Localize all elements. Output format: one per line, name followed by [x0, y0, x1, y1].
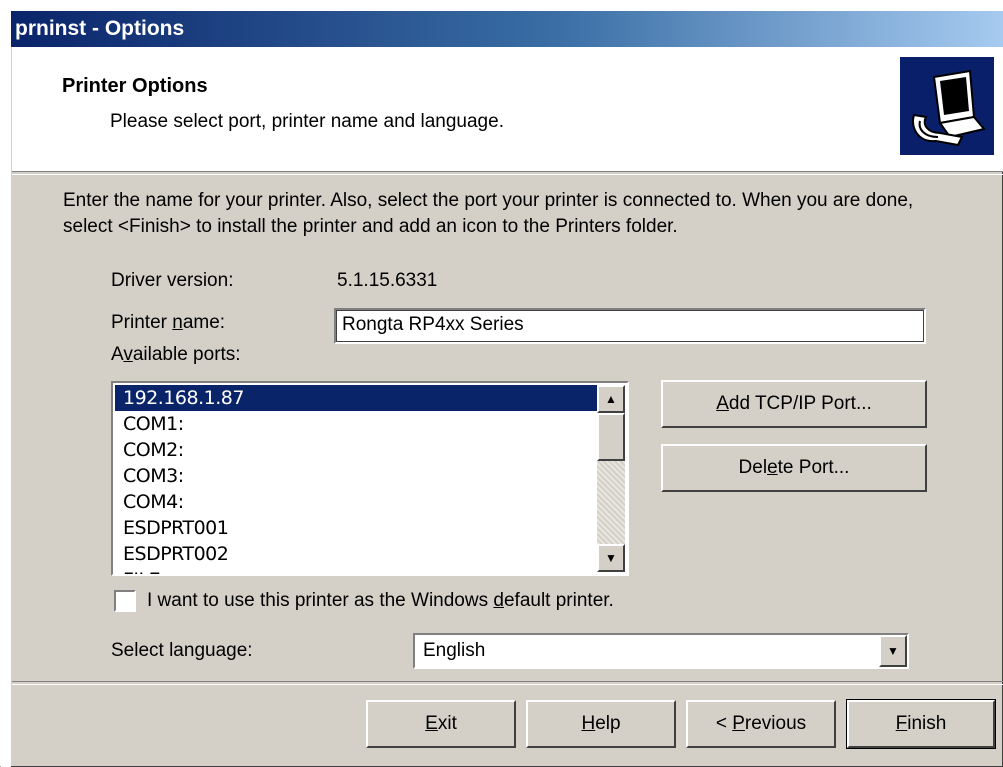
printer-name-input[interactable]: Rongta RP4xx Series [334, 308, 926, 344]
scroll-up-arrow-icon[interactable]: ▲ [597, 385, 625, 413]
driver-version-label: Driver version: [111, 270, 234, 291]
default-printer-checkbox[interactable] [114, 590, 136, 612]
button-label-accel: e [767, 457, 778, 478]
port-list-item[interactable]: COM1: [115, 411, 597, 437]
header-subtitle: Please select port, printer name and lan… [110, 111, 504, 132]
window-title: prninst - Options [15, 17, 185, 40]
button-label-accel: F [895, 713, 908, 734]
add-tcpip-port-button[interactable]: Add TCP/IP Port... [661, 380, 927, 428]
available-ports-label-part: A [111, 344, 124, 365]
port-list-item[interactable]: FILE: [115, 567, 597, 574]
language-select-value: English [423, 640, 486, 661]
default-printer-label: I want to use this printer as the Window… [147, 590, 614, 612]
window-top-edge [1, 0, 1003, 11]
header-separator [12, 171, 1003, 175]
printer-name-label-part: Printer [111, 312, 173, 333]
button-label-part: Del [738, 457, 768, 478]
wizard-header: Printer Options Please select port, prin… [12, 47, 1003, 171]
default-printer-label-accel: d [493, 590, 504, 611]
button-label-part: < [715, 713, 733, 734]
printer-name-label-part: ame: [182, 312, 226, 333]
language-select[interactable]: English ▼ [413, 633, 909, 669]
driver-version-value: 5.1.15.6331 [337, 270, 438, 291]
button-label-part: te Port... [777, 457, 850, 478]
intro-text: Enter the name for your printer. Also, s… [63, 190, 914, 237]
header-title: Printer Options [62, 75, 208, 97]
button-label-accel: P [732, 713, 745, 734]
port-list-item[interactable]: ESDPRT002 [115, 541, 597, 567]
port-list-item[interactable]: COM4: [115, 489, 597, 515]
ports-scrollbar[interactable]: ▲ ▼ [597, 385, 625, 572]
printer-wizard-icon [900, 57, 994, 155]
available-ports-listbox[interactable]: 192.168.1.87 COM1: COM2: COM3: COM4: ESDPRT00… [111, 381, 629, 576]
button-label-part: xit [437, 713, 457, 734]
available-ports-label-accel: v [123, 344, 133, 365]
window-left-edge [1, 0, 11, 767]
previous-button[interactable]: < Previous [686, 700, 836, 748]
port-list-item[interactable]: COM2: [115, 437, 597, 463]
port-list: 192.168.1.87 COM1: COM2: COM3: COM4: ESDPRT00… [115, 385, 597, 574]
printer-name-label: Printer name: [111, 312, 225, 334]
button-label-accel: H [581, 713, 596, 734]
exit-button[interactable]: Exit [366, 700, 516, 748]
available-ports-label: Available ports: [111, 344, 241, 366]
button-label-part: revious [744, 713, 807, 734]
port-list-item[interactable]: COM3: [115, 463, 597, 489]
title-bar[interactable]: prninst - Options [11, 11, 1003, 47]
button-label-part: elp [595, 713, 621, 734]
button-label-accel: A [716, 393, 729, 414]
port-list-item[interactable]: 192.168.1.87 [115, 385, 597, 411]
default-printer-label-part: I want to use this printer as the Window… [147, 590, 494, 611]
select-language-label: Select language: [111, 640, 253, 661]
scroll-down-arrow-icon[interactable]: ▼ [597, 544, 625, 572]
dropdown-arrow-icon[interactable]: ▼ [879, 635, 907, 667]
button-label-accel: E [425, 713, 438, 734]
options-dialog: prninst - Options Printer Options Please… [0, 0, 1003, 767]
port-list-item[interactable]: ESDPRT001 [115, 515, 597, 541]
help-button[interactable]: Help [526, 700, 676, 748]
printer-name-label-accel: n [172, 312, 183, 333]
scroll-thumb[interactable] [597, 413, 625, 461]
available-ports-label-part: ailable ports: [132, 344, 241, 365]
default-printer-label-part: efault printer. [503, 590, 614, 611]
button-label-part: dd TCP/IP Port... [728, 393, 872, 414]
finish-button[interactable]: Finish [846, 699, 996, 749]
delete-port-button[interactable]: Delete Port... [661, 444, 927, 492]
footer-separator [12, 681, 1003, 685]
button-label-part: inish [907, 713, 947, 734]
